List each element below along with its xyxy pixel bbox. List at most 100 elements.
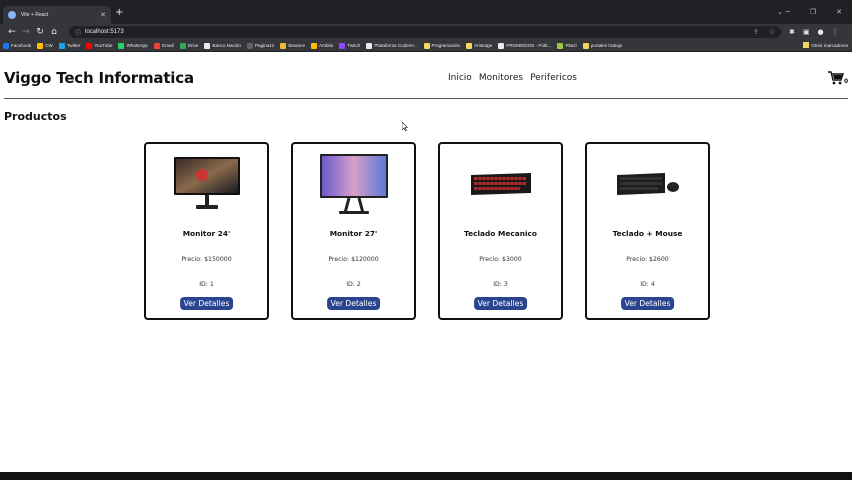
browser-toolbar: ← → ↻ ⌂ ⓘ localhost:5173 ⇪ ☆ ✱ ▣ ● ⋮ [0, 24, 852, 40]
product-name: Teclado Mecanico [464, 229, 537, 238]
nav-link-perifericos[interactable]: Perifericos [530, 73, 577, 83]
mouse-cursor-icon [402, 122, 408, 131]
nav-link-inicio[interactable]: Inicio [448, 73, 472, 83]
bookmark-favicon-icon [311, 42, 318, 49]
nav-link-monitores[interactable]: Monitores [479, 73, 523, 83]
product-price: Precio: $2600 [626, 256, 669, 263]
other-bookmarks-label: Otros marcadores [811, 42, 848, 48]
taskbar-strip [0, 472, 852, 480]
product-id: ID: 1 [199, 281, 214, 288]
bookmark-favicon-icon [280, 42, 287, 49]
bookmark-label: YouTube [94, 43, 113, 48]
profile-icon[interactable]: ● [818, 28, 824, 36]
product-card: Teclado + Mouse Precio: $2600 ID: 4 Ver … [585, 142, 710, 320]
product-price: Precio: $120000 [328, 256, 379, 263]
bookmark-item[interactable]: Ambito [311, 42, 333, 49]
bookmark-item[interactable]: PROMIEDOS - Fútb... [498, 42, 552, 49]
other-bookmarks[interactable]: Otros marcadores [803, 42, 848, 48]
bookmark-item[interactable]: Banco Nación [204, 42, 241, 49]
bookmark-favicon-icon [498, 42, 505, 49]
site-info-icon[interactable]: ⓘ [75, 28, 81, 37]
bookmark-favicon-icon [118, 42, 125, 49]
bookmark-label: Gmail [161, 43, 174, 48]
forward-icon[interactable]: → [19, 27, 33, 37]
bookmark-item[interactable]: Gmail [153, 42, 174, 49]
bookmark-label: portales trabajo [590, 43, 623, 48]
ver-detalles-button[interactable]: Ver Detalles [326, 297, 381, 310]
bookmark-item[interactable]: YouTube [86, 42, 113, 49]
side-panel-icon[interactable]: ▣ [803, 28, 810, 36]
section-title: Productos [4, 110, 67, 123]
site-nav: Inicio Monitores Perifericos [448, 73, 577, 83]
bookmark-item[interactable]: Binance [280, 42, 306, 49]
ver-detalles-button[interactable]: Ver Detalles [473, 297, 528, 310]
product-grid: Monitor 24' Precio: $150000 ID: 1 Ver De… [144, 142, 710, 320]
minimize-icon[interactable]: ─ [786, 8, 790, 16]
favicon-icon [8, 11, 16, 19]
bookmark-item[interactable]: Aristotge [466, 42, 492, 49]
bookmark-item[interactable]: Drive [179, 42, 198, 49]
site-title[interactable]: Viggo Tech Informatica [4, 69, 194, 87]
browser-tab[interactable]: Vite + React ✕ [3, 6, 111, 24]
url-text: localhost:5173 [85, 29, 124, 35]
bookmark-star-icon[interactable]: ☆ [769, 28, 775, 36]
reload-icon[interactable]: ↻ [33, 27, 47, 37]
bookmark-favicon-icon [58, 42, 65, 49]
keyboard-mouse-icon [613, 154, 683, 214]
ver-detalles-button[interactable]: Ver Detalles [179, 297, 234, 310]
cart-count: 0 [844, 78, 849, 85]
bookmark-favicon-icon [246, 42, 253, 49]
bookmark-favicon-icon [582, 42, 589, 49]
product-card: Teclado Mecanico Precio: $3000 ID: 3 Ver… [438, 142, 563, 320]
cart-widget[interactable]: 0 [828, 70, 848, 89]
window-close-icon[interactable]: ✕ [836, 8, 842, 16]
bookmark-label: PROMIEDOS - Fútb... [506, 43, 552, 48]
tab-search-icon[interactable]: ⌄ [777, 8, 783, 16]
bookmark-item[interactable]: Twitter [58, 42, 81, 49]
bookmark-label: Platzi [565, 43, 577, 48]
folder-icon [803, 42, 810, 48]
bookmark-item[interactable]: Pagina12 [246, 42, 275, 49]
bookmark-label: Twitter [66, 43, 81, 48]
bookmark-favicon-icon [423, 42, 430, 49]
bookmark-label: Binance [288, 43, 306, 48]
ver-detalles-button[interactable]: Ver Detalles [620, 297, 675, 310]
product-price: Precio: $150000 [181, 256, 232, 263]
tab-close-icon[interactable]: ✕ [100, 11, 106, 19]
bookmark-item[interactable]: Twitch [339, 42, 361, 49]
address-bar[interactable]: ⓘ localhost:5173 ⇪ ☆ [69, 26, 781, 38]
bookmark-favicon-icon [179, 42, 186, 49]
bookmark-favicon-icon [153, 42, 160, 49]
tab-title: Vite + React [21, 12, 49, 18]
monitor-27-icon [319, 154, 389, 214]
menu-icon[interactable]: ⋮ [832, 28, 839, 36]
bookmark-item[interactable]: WhatsApp [118, 42, 148, 49]
bookmark-favicon-icon [86, 42, 93, 49]
product-card: Monitor 24' Precio: $150000 ID: 1 Ver De… [144, 142, 269, 320]
back-icon[interactable]: ← [5, 27, 19, 37]
product-name: Teclado + Mouse [612, 229, 683, 238]
home-icon[interactable]: ⌂ [47, 27, 61, 37]
bookmark-item[interactable]: Programación [423, 42, 460, 49]
bookmark-label: Facebook [11, 43, 32, 48]
bookmark-label: Pagina12 [254, 43, 275, 48]
maximize-icon[interactable]: ❐ [810, 8, 816, 16]
bookmark-item[interactable]: portales trabajo [582, 42, 623, 49]
bookmark-favicon-icon [466, 42, 473, 49]
bookmarks-bar: Facebook CW Twitter YouTube WhatsApp Gmail Dri… [0, 40, 852, 52]
bookmark-label: CW [45, 43, 53, 48]
bookmark-favicon-icon [3, 42, 9, 49]
cart-icon[interactable] [828, 71, 844, 85]
bookmark-favicon-icon [37, 42, 44, 49]
bookmark-item[interactable]: Facebook [3, 42, 32, 49]
bookmark-label: Twitch [347, 43, 361, 48]
new-tab-icon[interactable]: + [115, 8, 123, 18]
window-controls: ─ ❐ ✕ [786, 8, 842, 16]
share-icon[interactable]: ⇪ [753, 28, 759, 36]
extensions-icon[interactable]: ✱ [789, 28, 795, 36]
bookmark-label: Banco Nación [212, 43, 241, 48]
bookmark-item[interactable]: CW [37, 42, 53, 49]
bookmark-item[interactable]: Platzi [557, 42, 577, 49]
bookmark-item[interactable]: Plataforma CoderH... [366, 42, 418, 49]
bookmark-favicon-icon [557, 42, 564, 49]
